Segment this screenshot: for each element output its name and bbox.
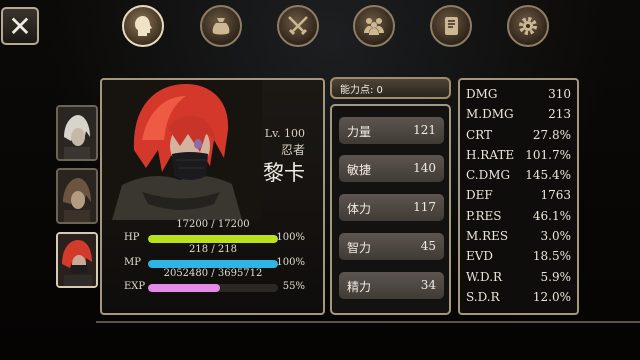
portrait-red-hair-selected[interactable] [56, 232, 98, 288]
tab-character[interactable] [122, 5, 164, 47]
base-stats-panel: 力量 121 敏捷 140 体力 117 智力 45 精力 34 [330, 104, 451, 315]
detail-row-cdmg: C.DMG 145.4% [466, 168, 571, 183]
exp-label: EXP [124, 281, 146, 292]
close-button[interactable]: ✕ [1, 7, 39, 45]
stat-label: 力量 [347, 125, 372, 139]
exp-value: 2052480 / 3695712 [163, 268, 263, 279]
bag-icon [212, 18, 230, 35]
detail-row-wdr: W.D.R 5.9% [466, 269, 571, 284]
character-name: 黎卡 [263, 161, 305, 185]
stat-row-strength[interactable]: 力量 121 [339, 117, 444, 144]
detail-row-mres: M.RES 3.0% [466, 229, 571, 244]
hp-value: 17200 / 17200 [176, 219, 250, 230]
mp-bar [148, 260, 278, 268]
stat-row-spirit[interactable]: 精力 34 [339, 272, 444, 299]
tab-skills[interactable] [277, 5, 319, 47]
stat-label: 智力 [347, 241, 372, 255]
stat-value: 121 [413, 123, 436, 137]
portrait-brown-hair[interactable] [56, 168, 98, 224]
crossed-swords-icon [288, 16, 308, 35]
exp-bar [148, 284, 278, 292]
stat-row-agility[interactable]: 敏捷 140 [339, 155, 444, 182]
character-panel: Lv. 100 忍者 黎卡 17200 / 17200 HP 100% 218 … [100, 78, 325, 315]
gear-icon [519, 17, 537, 35]
stat-value: 117 [413, 200, 436, 214]
detail-row-hrate: H.RATE 101.7% [466, 147, 571, 162]
stat-row-vitality[interactable]: 体力 117 [339, 194, 444, 221]
stat-label: 敏捷 [347, 163, 372, 177]
head-icon [135, 16, 152, 36]
portrait-white-hair[interactable] [56, 105, 98, 161]
exp-percent: 55% [282, 281, 305, 292]
character-level: Lv. 100 [264, 127, 305, 140]
divider [96, 321, 640, 323]
stat-label: 精力 [347, 280, 372, 294]
stat-label: 体力 [347, 202, 372, 216]
detail-row-evd: EVD 18.5% [466, 249, 571, 264]
stat-value: 34 [420, 278, 436, 292]
tab-inventory[interactable] [200, 5, 242, 47]
stat-value: 140 [413, 161, 436, 175]
detail-row-mdmg: M.DMG 213 [466, 107, 571, 122]
stat-value: 45 [420, 239, 436, 253]
tab-quest[interactable] [430, 5, 472, 47]
mp-percent: 100% [276, 257, 305, 268]
mp-label: MP [124, 257, 141, 268]
tab-settings[interactable] [507, 5, 549, 47]
detail-row-dmg: DMG 310 [466, 87, 571, 101]
mp-value: 218 / 218 [189, 244, 237, 255]
hp-bar [148, 235, 278, 243]
tab-party[interactable] [353, 5, 395, 47]
detail-stats-panel: DMG 310 M.DMG 213 CRT 27.8% H.RATE 101.7% C.… [458, 78, 579, 315]
people-icon [364, 18, 384, 35]
detail-row-sdr: S.D.R 12.0% [466, 289, 571, 304]
hp-label: HP [124, 232, 140, 243]
ability-points: 能力点: 0 [330, 77, 451, 99]
detail-row-crt: CRT 27.8% [466, 127, 571, 142]
detail-row-pres: P.RES 46.1% [466, 208, 571, 223]
scroll-icon [445, 17, 458, 35]
character-portrait [102, 80, 262, 220]
hp-percent: 100% [276, 232, 305, 243]
detail-row-def: DEF 1763 [466, 188, 571, 203]
stat-row-intelligence[interactable]: 智力 45 [339, 233, 444, 260]
character-job: 忍者 [280, 143, 305, 157]
